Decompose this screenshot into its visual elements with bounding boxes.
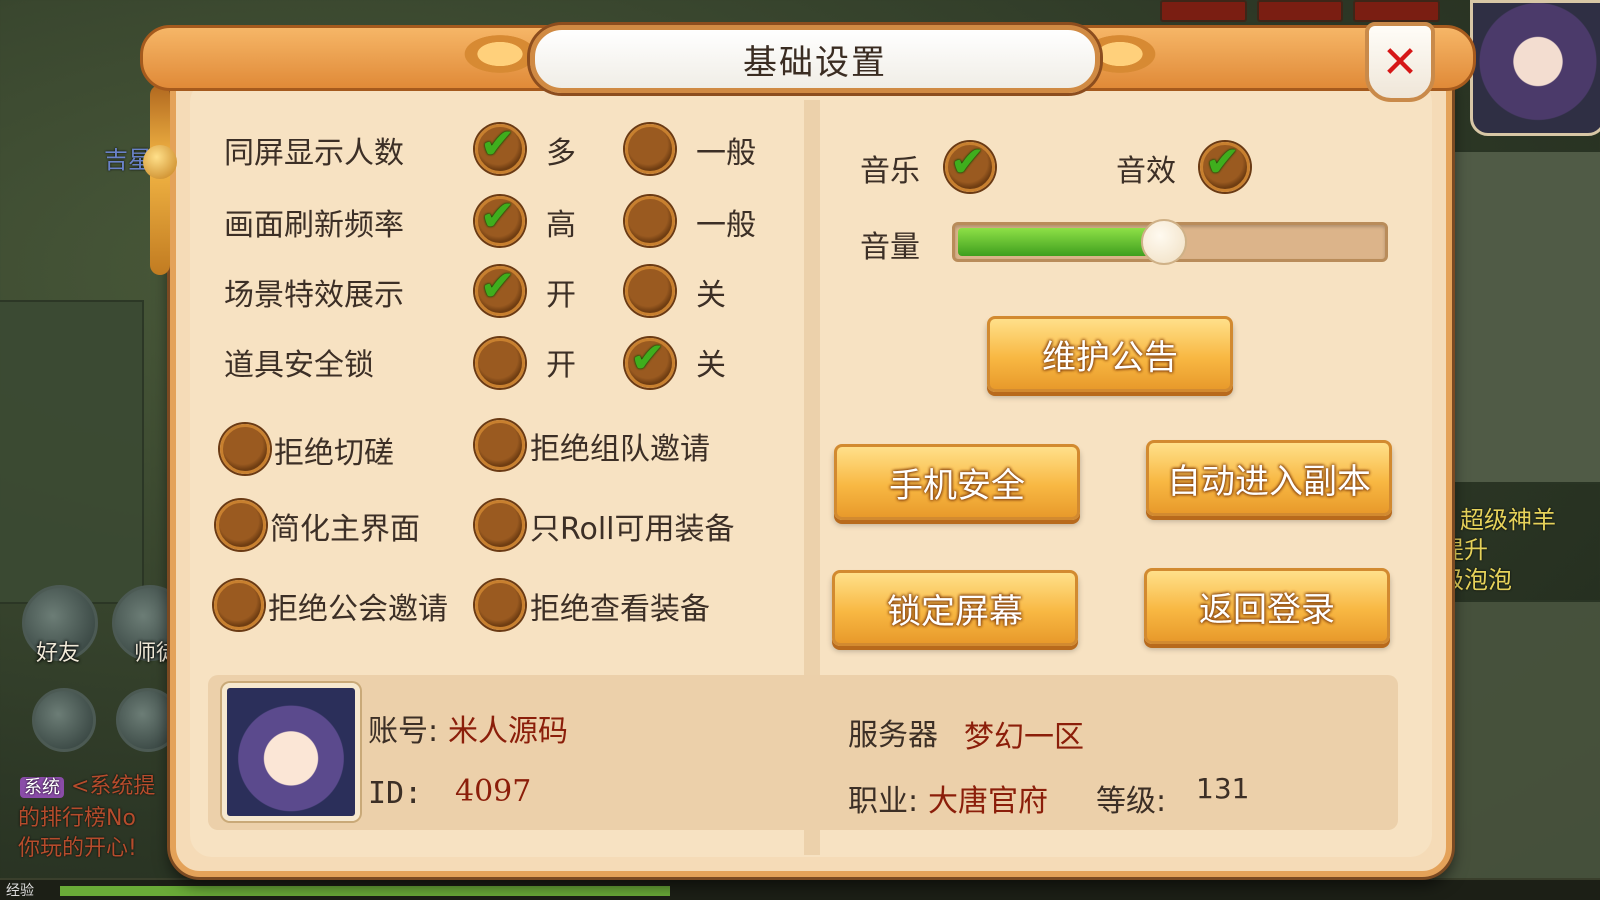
toggle-checkbox[interactable] (214, 580, 264, 630)
top-status-bars (1160, 0, 1441, 22)
option-radio-a[interactable] (475, 338, 525, 388)
job-value: 大唐官府 (928, 784, 1048, 819)
exp-bar-container: 经验 (0, 878, 1600, 900)
option-radio-b[interactable] (625, 266, 675, 316)
option-radio-a[interactable] (475, 261, 525, 316)
toggle-label: 简化主界面 (270, 512, 420, 547)
toggle-label: 拒绝组队邀请 (530, 432, 710, 467)
chat-text: 你玩的开心! (18, 836, 137, 861)
lock-screen-button[interactable]: 锁定屏幕 (832, 570, 1078, 646)
account-value: 米人源码 (448, 714, 568, 749)
auto-dungeon-button[interactable]: 自动进入副本 (1146, 440, 1392, 516)
option-label: 道具安全锁 (224, 348, 374, 383)
option-label: 画面刷新频率 (224, 208, 404, 243)
option-text-b: 一般 (696, 136, 756, 171)
player-avatar-icon[interactable] (1470, 0, 1600, 136)
title-plate: 基础设置 (530, 25, 1100, 93)
phone-security-button[interactable]: 手机安全 (834, 444, 1080, 520)
background-building (0, 300, 144, 604)
option-text-a: 高 (546, 208, 576, 243)
music-label: 音乐 (860, 154, 920, 189)
exp-label: 经验 (6, 883, 34, 899)
toggle-checkbox[interactable] (475, 420, 525, 470)
toggle-checkbox[interactable] (475, 500, 525, 550)
option-radio-b[interactable] (625, 124, 675, 174)
option-text-b: 关 (696, 278, 726, 313)
sfx-label: 音效 (1116, 154, 1176, 189)
id-value: 4097 (455, 774, 532, 809)
option-label: 场景特效展示 (224, 278, 404, 313)
friend-label: 好友 (36, 641, 81, 666)
status-bar (1353, 0, 1441, 22)
option-text-b: 一般 (696, 208, 756, 243)
server-value: 梦幻一区 (964, 720, 1084, 755)
option-radio-a[interactable] (475, 119, 525, 174)
option-radio-a[interactable] (475, 191, 525, 246)
toggle-label: 拒绝切磋 (274, 436, 394, 471)
system-tag: 系统 (20, 777, 64, 798)
option-text-b: 关 (696, 348, 726, 383)
tassel-knob-decoration (143, 145, 177, 179)
chat-text: 的排行榜No (18, 806, 136, 831)
music-checkbox[interactable] (945, 137, 995, 192)
status-bar (1160, 0, 1247, 22)
background-building (1440, 150, 1600, 484)
account-label: 账号: (368, 714, 439, 749)
dialog-title: 基础设置 (743, 42, 887, 83)
toggle-checkbox[interactable] (216, 500, 266, 550)
id-label: ID: (368, 776, 423, 811)
volume-fill (958, 228, 1162, 256)
toggle-checkbox[interactable] (220, 424, 270, 474)
character-portrait (222, 683, 360, 821)
sfx-checkbox[interactable] (1200, 137, 1250, 192)
toggle-label: 拒绝查看装备 (530, 592, 710, 627)
server-label: 服务器 (848, 718, 938, 753)
tassel-decoration (150, 85, 170, 275)
volume-thumb[interactable] (1141, 219, 1187, 265)
exp-bar-fill (60, 886, 670, 896)
close-button[interactable]: ✕ (1365, 22, 1435, 102)
chat-system-line: 系统 <系统提 (20, 768, 155, 800)
chat-bubble-icon[interactable] (32, 688, 96, 752)
toggle-checkbox[interactable] (475, 580, 525, 630)
toggle-label: 只Roll可用装备 (530, 512, 735, 547)
volume-label: 音量 (860, 230, 920, 265)
level-label: 等级: (1096, 784, 1167, 819)
maintenance-notice-button[interactable]: 维护公告 (987, 316, 1233, 392)
chat-text: <系统提 (71, 774, 156, 799)
background-terrain (1430, 600, 1600, 884)
volume-slider[interactable] (952, 219, 1388, 265)
option-text-a: 开 (546, 348, 576, 383)
toggle-label: 拒绝公会邀请 (268, 592, 448, 627)
option-text-a: 多 (546, 136, 576, 171)
return-login-button[interactable]: 返回登录 (1144, 568, 1390, 644)
option-text-a: 开 (546, 278, 576, 313)
option-label: 同屏显示人数 (224, 136, 404, 171)
status-bar (1256, 0, 1344, 22)
close-icon: ✕ (1381, 36, 1419, 88)
job-label: 职业: (848, 784, 919, 819)
option-radio-b[interactable] (625, 333, 675, 388)
level-value: 131 (1196, 772, 1250, 805)
option-radio-b[interactable] (625, 196, 675, 246)
